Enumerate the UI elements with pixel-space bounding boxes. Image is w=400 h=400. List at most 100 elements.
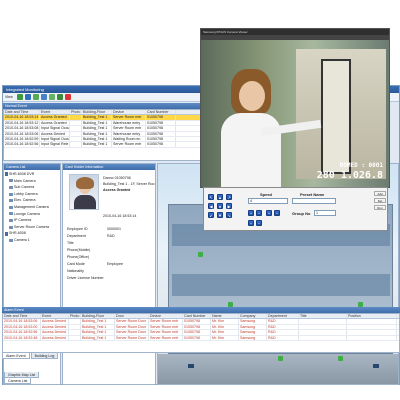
card-holder-fields: Employee ID 0000001 Department R&D Title Phon… (67, 226, 155, 282)
table-cell: 01050798 (146, 142, 176, 147)
table-cell: Access Denied (41, 319, 69, 324)
column-header[interactable]: Building-Floor (82, 110, 112, 115)
tree-camera-item[interactable]: Elev. Camera (5, 197, 59, 204)
zoom-in-button[interactable]: + (248, 210, 254, 216)
column-header[interactable]: Name (211, 314, 239, 319)
camera-icon (9, 199, 13, 203)
close-icon[interactable] (64, 94, 71, 100)
tree-camera-item[interactable]: Sub Camera (5, 184, 59, 191)
preset-run-button[interactable]: Run (374, 205, 386, 210)
table-cell: R&D (267, 324, 299, 330)
speed-select[interactable]: 4 (248, 198, 288, 204)
tab-alarm-event[interactable]: Alarm Event (2, 353, 30, 359)
tree-camera-item[interactable]: Server Room Camera (5, 224, 59, 231)
column-header[interactable]: Company (239, 314, 267, 319)
focus-far-button[interactable]: − (274, 210, 280, 216)
table-cell: 2010-04-16 18:52:56 (5, 142, 40, 147)
ptz-up-right-button[interactable]: ↗ (226, 194, 232, 200)
group-no-select[interactable]: 1 (314, 210, 336, 216)
normal-event-table: Date and Time Event Photo Building-Floor Dev… (3, 109, 201, 161)
preset-delete-button[interactable]: Del (374, 198, 386, 203)
table-cell: 01050798 (146, 136, 176, 142)
lock-icon[interactable] (40, 94, 47, 100)
ptz-up-left-button[interactable]: ↖ (208, 194, 214, 200)
card-holder-photo (69, 174, 99, 210)
tree-server-item[interactable]: SHR-6008 (5, 230, 59, 237)
table-cell (299, 319, 347, 324)
camera-video-viewer[interactable]: Samsung IPOLIS Camera Viewer DOMED : 000… (200, 28, 390, 188)
column-header[interactable]: Date and Time (4, 110, 40, 115)
tab-building-log[interactable]: Building Log (30, 353, 59, 359)
table-cell: Server Room Door (115, 319, 149, 324)
tab-camera-list[interactable]: Camera List (4, 378, 32, 384)
column-header[interactable]: Event (41, 314, 69, 319)
table-cell (69, 335, 81, 340)
camera-list-tabs: Graphic Map ListCamera List (4, 372, 60, 384)
server-icon (5, 231, 8, 236)
column-header[interactable]: Device (112, 110, 146, 115)
table-cell (69, 324, 81, 330)
column-header[interactable]: Photo (70, 110, 82, 115)
iris-open-button[interactable]: + (248, 220, 254, 226)
video-osd-code: 280 1.026.8 (316, 170, 383, 181)
ptz-down-left-button[interactable]: ↙ (208, 212, 214, 218)
camera-icon (9, 218, 13, 222)
column-header[interactable]: Department (267, 314, 299, 319)
card-field-label: Nationality (67, 269, 84, 273)
camera-icon[interactable] (24, 94, 31, 100)
tree-server-item[interactable]: SHR-6008 DVR (5, 171, 59, 178)
focus-near-button[interactable]: + (266, 210, 272, 216)
table-cell: Building_Test 1 (82, 142, 112, 147)
column-header[interactable]: Device (149, 314, 183, 319)
ptz-right-button[interactable]: ▶ (226, 203, 232, 209)
map-door-icon[interactable] (198, 252, 203, 257)
map-camera-icon[interactable] (188, 364, 194, 368)
tree-item-label: Lounge Camera (14, 211, 40, 216)
refresh-icon[interactable] (16, 94, 23, 100)
column-header[interactable]: Card Number (146, 110, 176, 115)
column-header[interactable]: Event (40, 110, 70, 115)
column-header[interactable]: Title (299, 314, 347, 319)
tree-camera-item[interactable]: Management Camera (5, 204, 59, 211)
tree-camera-item[interactable]: IP Camera (5, 217, 59, 224)
ptz-down-button[interactable]: ▼ (217, 212, 223, 218)
column-header[interactable]: Date and Time (3, 314, 41, 319)
column-header[interactable]: Photo (69, 314, 81, 319)
preset-name-input[interactable] (292, 198, 336, 204)
table-cell: Mr. Kim (211, 335, 239, 340)
map-camera-icon[interactable] (373, 364, 379, 368)
door-icon[interactable] (32, 94, 39, 100)
tree-camera-item[interactable]: Lobby Camera (5, 191, 59, 198)
tree-camera-item[interactable]: Camera 1 (5, 237, 59, 244)
table-cell (299, 335, 347, 340)
column-header[interactable]: Card Number (183, 314, 211, 319)
camera-icon (9, 185, 13, 189)
preset-add-button[interactable]: Add (374, 191, 386, 196)
table-row[interactable]: 2010-04-16 18:52:48 Access Denied Building… (3, 335, 399, 341)
table-cell: 2010-04-16 18:53:08 (5, 126, 40, 131)
ptz-down-right-button[interactable]: ↘ (226, 212, 232, 218)
iris-close-button[interactable]: − (256, 220, 262, 226)
view-menu-label[interactable]: View (5, 95, 13, 99)
tree-camera-item[interactable]: Main Camera (5, 178, 59, 185)
unlock-icon[interactable] (48, 94, 55, 100)
tree-camera-item[interactable]: Lounge Camera (5, 211, 59, 218)
table-cell (299, 330, 347, 335)
column-header[interactable]: Building-Floor (81, 314, 115, 319)
column-header[interactable]: Door (115, 314, 149, 319)
alarm-icon[interactable] (56, 94, 63, 100)
tree-item-label: Management Camera (14, 204, 49, 209)
camera-tree: SHR-6008 DVR Main Camera Sub Camera Lobby C… (4, 170, 60, 245)
table-row[interactable]: 2010-04-16 18:52:56 Input Signal Rele Buil… (4, 142, 200, 148)
card-field-label: Phone(Office) (67, 255, 90, 259)
card-field-label: Card Mode (67, 262, 85, 266)
zoom-out-button[interactable]: − (256, 210, 262, 216)
card-field-row: Title (67, 240, 155, 247)
ptz-home-button[interactable]: ● (217, 203, 223, 209)
column-header[interactable]: Position (347, 314, 397, 319)
table-cell: 2010-04-16 18:53:12 (5, 120, 40, 126)
ptz-left-button[interactable]: ◀ (208, 203, 214, 209)
table-cell: Samsung (239, 324, 267, 330)
ptz-up-button[interactable]: ▲ (217, 194, 223, 200)
table-cell: Access Denied (41, 324, 69, 330)
